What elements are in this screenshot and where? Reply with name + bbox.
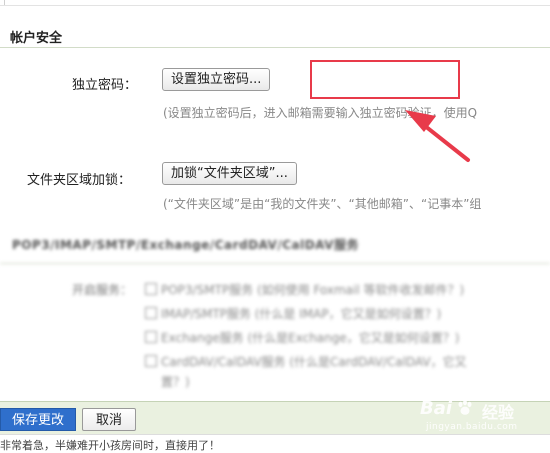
service-option[interactable]: IMAP/SMTP服务 (什么是 IMAP，它又是如何设置？) (145, 305, 441, 322)
service-option[interactable]: CardDAV/CalDAV服务 (什么是CardDAV/CalDAV，它又 (145, 353, 467, 370)
watermark-brand: Bai (420, 398, 453, 419)
watermark-brand-cn: 经验 (482, 403, 515, 422)
enable-service-label: 开启服务： (72, 283, 133, 297)
services-section: POP3/IMAP/SMTP/Exchange/CardDAV/CalDAV服务… (0, 225, 550, 400)
service-option-continued: 置？) (161, 375, 190, 389)
watermark-url: jingyan.baidu.com (426, 422, 518, 432)
baidu-jingyan-watermark: Bai 经验 jingyan.baidu.com (420, 398, 550, 438)
checkbox-icon[interactable] (145, 283, 157, 295)
services-title: POP3/IMAP/SMTP/Exchange/CardDAV/CalDAV服务 (12, 238, 359, 252)
save-button[interactable]: 保存更改 (0, 408, 76, 431)
checkbox-icon[interactable] (145, 331, 157, 343)
service-option[interactable]: Exchange服务 (什么是Exchange，它又是如何设置？) (145, 329, 459, 346)
paw-icon (458, 399, 472, 415)
cancel-button[interactable]: 取消 (82, 408, 136, 431)
services-divider (0, 263, 550, 264)
checkbox-icon[interactable] (145, 307, 157, 319)
checkbox-icon[interactable] (145, 355, 157, 367)
service-option[interactable]: POP3/SMTP服务 (如何使用 Foxmail 等软件收发邮件？) (145, 281, 464, 298)
